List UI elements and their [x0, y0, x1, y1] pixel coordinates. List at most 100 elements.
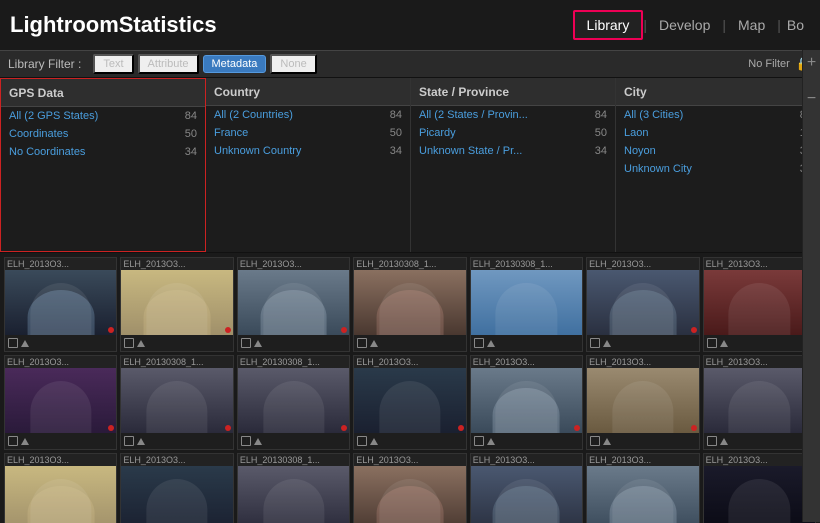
- gps-coords-label: Coordinates: [9, 128, 172, 140]
- thumb-flag: [137, 340, 145, 347]
- filter-btn-attribute[interactable]: Attribute: [138, 54, 199, 74]
- thumb-label: ELH_2013O3...: [704, 454, 815, 466]
- thumbnail-item[interactable]: ELH_20130308_1...: [470, 257, 583, 352]
- thumb-label: ELH_2013O3...: [587, 356, 698, 368]
- thumb-image: [121, 466, 232, 523]
- thumbnail-item[interactable]: ELH_2013O3...: [586, 257, 699, 352]
- thumb-label: ELH_20130308_1...: [238, 454, 349, 466]
- thumb-bottom-bar: [121, 433, 232, 449]
- nav-tab-library[interactable]: Library: [573, 10, 644, 40]
- thumb-bottom-bar: [5, 433, 116, 449]
- thumb-bottom-bar: [704, 335, 815, 351]
- nav-tab-bo[interactable]: Bo: [781, 12, 810, 38]
- gps-nocoords-count: 34: [172, 146, 197, 158]
- city-row-laon[interactable]: Laon 18: [616, 124, 820, 142]
- meta-col-country: Country All (2 Countries) 84 France 50 U…: [206, 78, 411, 252]
- gps-all-count: 84: [172, 110, 197, 122]
- gps-row-all[interactable]: All (2 GPS States) 84: [1, 107, 205, 125]
- thumbnail-item[interactable]: ELH_2013O3...: [703, 355, 816, 450]
- country-row-all[interactable]: All (2 Countries) 84: [206, 106, 410, 124]
- thumb-badge: [8, 338, 18, 348]
- nav-tab-develop[interactable]: Develop: [647, 12, 722, 38]
- thumb-label: ELH_2013O3...: [587, 454, 698, 466]
- country-all-count: 84: [377, 109, 402, 121]
- gps-row-coordinates[interactable]: Coordinates 50: [1, 125, 205, 143]
- city-unknown-label: Unknown City: [624, 163, 787, 175]
- state-row-unknown[interactable]: Unknown State / Pr... 34: [411, 142, 615, 160]
- thumb-label: ELH_2013O3...: [5, 454, 116, 466]
- city-row-noyon[interactable]: Noyon 32: [616, 142, 820, 160]
- thumb-image: [5, 270, 116, 335]
- nav-tabs: Library | Develop | Map | Bo: [573, 10, 810, 40]
- thumb-image: [704, 466, 815, 523]
- thumb-image: [238, 466, 349, 523]
- metadata-panel: GPS Data All (2 GPS States) 84 Coordinat…: [0, 78, 820, 253]
- thumbnail-item[interactable]: ELH_2013O3...: [353, 453, 466, 523]
- thumb-badge: [357, 338, 367, 348]
- thumbnail-item[interactable]: ELH_20130308_1...: [237, 453, 350, 523]
- state-row-picardy[interactable]: Picardy 50: [411, 124, 615, 142]
- thumb-bottom-bar: [238, 433, 349, 449]
- filter-btn-metadata[interactable]: Metadata: [203, 55, 267, 73]
- city-row-all[interactable]: All (3 Cities) 84: [616, 106, 820, 124]
- thumbnail-item[interactable]: ELH_2013O3...: [703, 453, 816, 523]
- thumb-label: ELH_2013O3...: [471, 454, 582, 466]
- thumb-image: [354, 466, 465, 523]
- thumb-label: ELH_2013O3...: [121, 454, 232, 466]
- thumb-image: [5, 368, 116, 433]
- thumbnail-item[interactable]: ELH_20130308_1...: [353, 257, 466, 352]
- thumb-red-dot: [225, 425, 231, 431]
- thumb-flag: [21, 340, 29, 347]
- meta-col-city-header: City: [616, 78, 820, 106]
- thumb-badge: [474, 338, 484, 348]
- filter-btn-none[interactable]: None: [270, 54, 316, 74]
- filter-bar-label: Library Filter :: [8, 57, 81, 71]
- nav-tab-map[interactable]: Map: [726, 12, 777, 38]
- thumbnail-item[interactable]: ELH_2013O3...: [586, 355, 699, 450]
- thumb-image: [121, 368, 232, 433]
- thumb-badge: [707, 338, 717, 348]
- thumb-badge: [707, 436, 717, 446]
- thumb-image: [238, 270, 349, 335]
- thumb-image: [5, 466, 116, 523]
- thumb-badge: [590, 338, 600, 348]
- thumbnail-item[interactable]: ELH_2013O3...: [4, 355, 117, 450]
- thumbnail-item[interactable]: ELH_2013O3...: [4, 453, 117, 523]
- thumb-label: ELH_2013O3...: [5, 258, 116, 270]
- thumbnail-item[interactable]: ELH_2013O3...: [703, 257, 816, 352]
- thumbnail-item[interactable]: ELH_2013O3...: [470, 355, 583, 450]
- state-row-all[interactable]: All (2 States / Provin... 84: [411, 106, 615, 124]
- thumb-bottom-bar: [121, 335, 232, 351]
- thumb-red-dot: [691, 425, 697, 431]
- thumb-image: [238, 368, 349, 433]
- thumb-label: ELH_20130308_1...: [238, 356, 349, 368]
- country-all-label: All (2 Countries): [214, 109, 377, 121]
- country-row-unknown[interactable]: Unknown Country 34: [206, 142, 410, 160]
- thumb-flag: [603, 340, 611, 347]
- thumb-flag: [487, 438, 495, 445]
- country-row-france[interactable]: France 50: [206, 124, 410, 142]
- city-row-unknown[interactable]: Unknown City 34: [616, 160, 820, 178]
- no-filter-label[interactable]: No Filter: [748, 58, 790, 70]
- meta-col-state-header: State / Province: [411, 78, 615, 106]
- sidebar-minus-btn[interactable]: −: [807, 86, 816, 112]
- thumbnail-item[interactable]: ELH_2013O3...: [237, 257, 350, 352]
- thumbnail-item[interactable]: ELH_2013O3...: [120, 257, 233, 352]
- gps-nocoords-label: No Coordinates: [9, 146, 172, 158]
- filter-btn-text[interactable]: Text: [93, 54, 133, 74]
- thumb-red-dot: [341, 327, 347, 333]
- thumbnail-item[interactable]: ELH_20130308_1...: [120, 355, 233, 450]
- sidebar-expand-btn[interactable]: +: [807, 50, 816, 76]
- city-noyon-label: Noyon: [624, 145, 787, 157]
- thumb-bottom-bar: [587, 335, 698, 351]
- country-unknown-count: 34: [377, 145, 402, 157]
- thumb-badge: [241, 436, 251, 446]
- thumbnail-item[interactable]: ELH_2013O3...: [470, 453, 583, 523]
- thumbnail-item[interactable]: ELH_20130308_1...: [237, 355, 350, 450]
- thumbnail-item[interactable]: ELH_2013O3...: [586, 453, 699, 523]
- thumbnail-item[interactable]: ELH_2013O3...: [353, 355, 466, 450]
- thumbnail-item[interactable]: ELH_2013O3...: [120, 453, 233, 523]
- meta-col-city: City All (3 Cities) 84 Laon 18 Noyon 32 …: [616, 78, 820, 252]
- gps-row-no-coordinates[interactable]: No Coordinates 34: [1, 143, 205, 161]
- thumbnail-item[interactable]: ELH_2013O3...: [4, 257, 117, 352]
